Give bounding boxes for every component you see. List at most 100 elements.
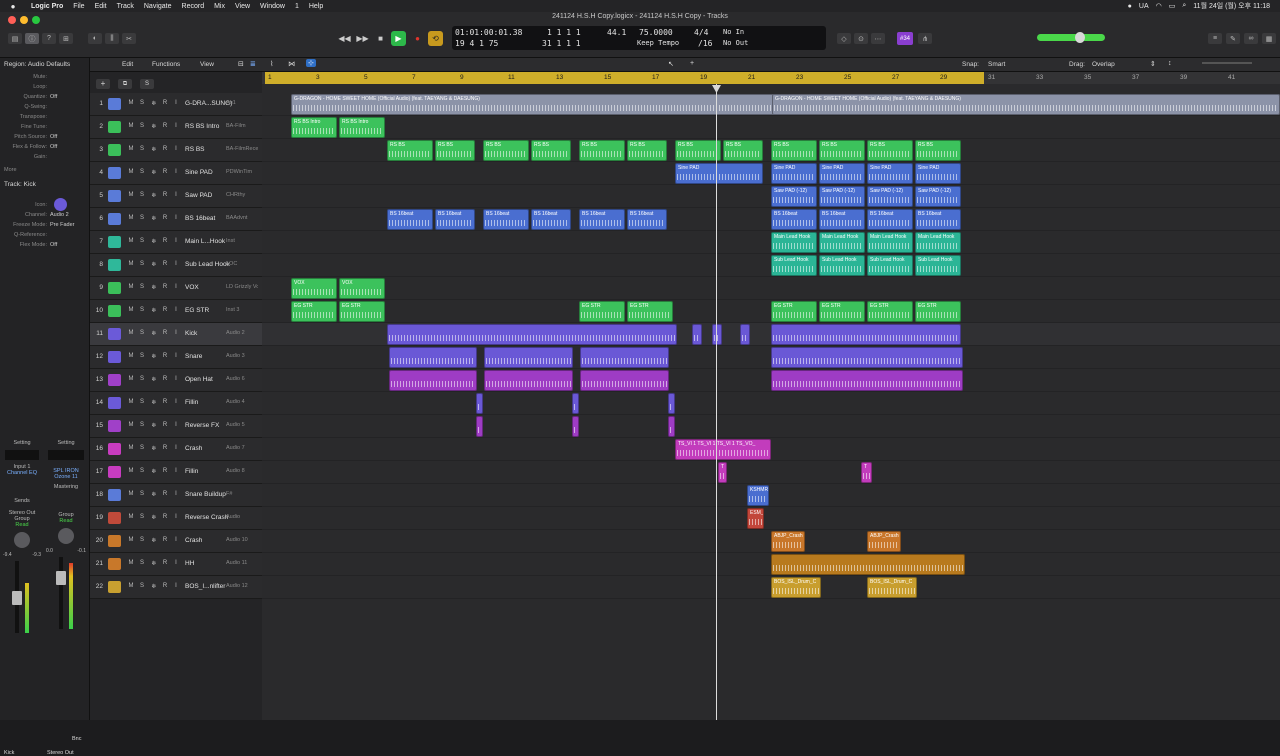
track-lane[interactable]: [262, 507, 1280, 530]
track-type-icon[interactable]: [108, 236, 121, 248]
track-type-icon[interactable]: [108, 512, 121, 524]
region-param-row[interactable]: Gain:: [0, 154, 88, 160]
input-monitor-button[interactable]: I: [172, 261, 180, 267]
region[interactable]: Sub Lead Hook: [867, 255, 913, 276]
mute-button[interactable]: M: [127, 284, 135, 290]
region[interactable]: Sub Lead Hook: [915, 255, 961, 276]
mute-button[interactable]: M: [127, 353, 135, 359]
region[interactable]: RS BS: [483, 140, 529, 161]
input-monitor-button[interactable]: I: [172, 560, 180, 566]
track-type-icon[interactable]: [108, 282, 121, 294]
solo-button[interactable]: S: [138, 330, 146, 336]
input-monitor-button[interactable]: I: [172, 284, 180, 290]
input-monitor-button[interactable]: I: [172, 537, 180, 543]
record-enable-button[interactable]: R: [161, 307, 169, 313]
region[interactable]: KSHMR: [747, 485, 769, 506]
mute-button[interactable]: M: [127, 468, 135, 474]
functions-menu[interactable]: Functions: [152, 61, 180, 68]
mute-button[interactable]: M: [127, 376, 135, 382]
region[interactable]: T: [718, 462, 727, 483]
tuning-fork-icon[interactable]: ⋔: [918, 33, 932, 44]
region[interactable]: EG STR: [339, 301, 385, 322]
track-header-row[interactable]: 20 M S ❄ R I Crash Audio 10: [90, 530, 262, 553]
region[interactable]: EG STR: [579, 301, 625, 322]
track-param-row[interactable]: Icon:: [0, 202, 88, 208]
record-enable-button[interactable]: R: [161, 491, 169, 497]
cycle-region[interactable]: [265, 72, 984, 84]
freeze-button[interactable]: ❄: [150, 284, 158, 291]
region[interactable]: RS BS: [627, 140, 667, 161]
menu-mix[interactable]: Mix: [209, 3, 230, 10]
input-source-label[interactable]: UA: [1139, 3, 1149, 10]
track-type-icon[interactable]: [108, 351, 121, 363]
region[interactable]: [389, 370, 477, 391]
region[interactable]: [572, 393, 579, 414]
battery-icon[interactable]: ▭: [1169, 2, 1176, 10]
master-volume-slider[interactable]: [1037, 32, 1105, 43]
region[interactable]: [572, 416, 579, 437]
region[interactable]: ABJP_Crash: [771, 531, 805, 552]
solo-button[interactable]: S: [138, 353, 146, 359]
notepad-button[interactable]: ✎: [1226, 33, 1240, 44]
freeze-button[interactable]: ❄: [150, 491, 158, 498]
mute-button[interactable]: M: [127, 146, 135, 152]
track-inspector-header[interactable]: Track: Kick: [4, 181, 36, 188]
wifi-icon[interactable]: ◠: [1156, 2, 1162, 10]
menu-edit[interactable]: Edit: [90, 3, 112, 10]
solo-button[interactable]: S: [138, 560, 146, 566]
menu-view[interactable]: View: [230, 3, 255, 10]
input-monitor-button[interactable]: I: [172, 169, 180, 175]
track-name[interactable]: Reverse FX: [185, 422, 219, 429]
input-monitor-button[interactable]: I: [172, 100, 180, 106]
freeze-button[interactable]: ❄: [150, 445, 158, 452]
record-enable-button[interactable]: R: [161, 261, 169, 267]
track-header-row[interactable]: 21 M S ❄ R I HH Audio 11: [90, 553, 262, 576]
region[interactable]: BS 16beat: [819, 209, 865, 230]
automation-mode[interactable]: Read: [3, 522, 41, 528]
region[interactable]: BOS_ISL_Drum_C: [771, 577, 821, 598]
region[interactable]: Sine PAD: [771, 163, 817, 184]
record-enable-button[interactable]: R: [161, 123, 169, 129]
region-param-row[interactable]: Mute:: [0, 74, 88, 80]
track-lane[interactable]: [262, 277, 1280, 300]
quick-help-button[interactable]: ?: [42, 33, 56, 44]
mute-button[interactable]: M: [127, 261, 135, 267]
track-name[interactable]: EG STR: [185, 307, 209, 314]
track-header-row[interactable]: 5 M S ❄ R I Saw PAD CHRthy: [90, 185, 262, 208]
drag-selector[interactable]: Overlap: [1092, 61, 1136, 68]
freeze-button[interactable]: ❄: [150, 583, 158, 590]
record-enable-button[interactable]: R: [161, 376, 169, 382]
region[interactable]: RS BS: [387, 140, 433, 161]
solo-button[interactable]: S: [138, 491, 146, 497]
region[interactable]: [387, 324, 677, 345]
forward-button[interactable]: ▶▶: [355, 31, 370, 46]
mute-button[interactable]: M: [127, 307, 135, 313]
input-monitor-button[interactable]: I: [172, 146, 180, 152]
input-monitor-button[interactable]: I: [172, 238, 180, 244]
track-name[interactable]: RS BS: [185, 146, 205, 153]
snap-selector[interactable]: Smart: [988, 61, 1058, 68]
region[interactable]: [692, 324, 702, 345]
region[interactable]: ABJP_Crash: [867, 531, 901, 552]
freeze-button[interactable]: ❄: [150, 100, 158, 107]
automation-icon[interactable]: ⌇: [270, 60, 273, 68]
region[interactable]: [580, 347, 669, 368]
track-header-row[interactable]: 1 M S ❄ R I G-DRA...SUNG) Au1: [90, 93, 262, 116]
inspector-button[interactable]: ⓘ: [25, 33, 39, 44]
region-param-row[interactable]: Fine Tune:: [0, 124, 88, 130]
freeze-button[interactable]: ❄: [150, 399, 158, 406]
region[interactable]: BS 16beat: [627, 209, 667, 230]
rewind-button[interactable]: ◀◀: [337, 31, 352, 46]
track-name[interactable]: VOX: [185, 284, 199, 291]
mute-button[interactable]: M: [127, 169, 135, 175]
region-param-value[interactable]: Off: [50, 134, 57, 140]
plugin-slot[interactable]: Channel EQ: [3, 470, 41, 476]
view-menu[interactable]: View: [200, 61, 214, 68]
solo-button[interactable]: S: [138, 422, 146, 428]
track-type-icon[interactable]: [108, 420, 121, 432]
record-enable-button[interactable]: R: [161, 192, 169, 198]
freeze-button[interactable]: ❄: [150, 537, 158, 544]
region[interactable]: RS BS Intro: [339, 117, 385, 138]
record-enable-button[interactable]: R: [161, 514, 169, 520]
track-param-value[interactable]: Off: [50, 242, 57, 248]
